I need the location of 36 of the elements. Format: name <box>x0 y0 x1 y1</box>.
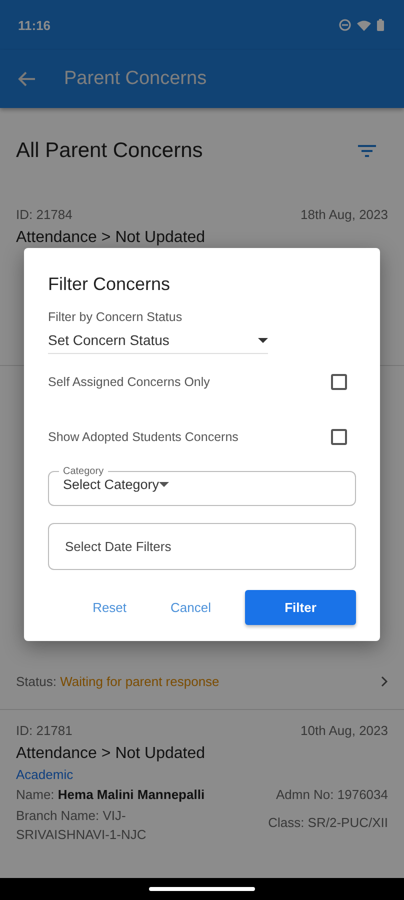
checkbox[interactable] <box>331 374 347 390</box>
concern-category: Academic <box>16 766 74 784</box>
dialog-button[interactable]: Cancel <box>160 592 221 623</box>
concern-id: ID: 21784 <box>16 206 72 224</box>
back-arrow-icon[interactable] <box>18 71 36 87</box>
student-name: Name: Hema Malini Mannepalli <box>16 786 205 804</box>
dropdown-caret-icon <box>159 482 170 487</box>
wifi-icon <box>357 20 371 30</box>
option-label: Show Adopted Students Concerns <box>48 430 238 444</box>
branch-name: Branch Name: VIJ-SRIVAISHNAVI-1-NJC <box>16 807 148 844</box>
dialog-button[interactable]: Reset <box>82 592 137 623</box>
status-dropdown[interactable]: Set Concern Status <box>48 326 268 354</box>
category-dropdown[interactable]: Category Select Category <box>48 466 356 506</box>
clock: 11:16 <box>18 18 51 32</box>
concern-status: Status: Waiting for parent response <box>16 674 220 689</box>
option-label: Self Assigned Concerns Only <box>48 374 210 388</box>
concern-id: ID: 21781 <box>16 722 72 740</box>
dropdown-caret-icon <box>258 338 268 342</box>
concern-title: Attendance > Not Updated <box>16 228 206 248</box>
date-filter-field[interactable]: Select Date Filters <box>48 523 356 570</box>
battery-icon <box>377 19 384 31</box>
concern-date: 10th Aug, 2023 <box>300 722 388 740</box>
checkbox[interactable] <box>331 428 347 444</box>
app-bar-title: Parent Concerns <box>64 68 207 90</box>
chevron-right-icon[interactable] <box>381 676 388 687</box>
class-name: Class: SR/2-PUC/XII <box>268 815 388 830</box>
field-label: Filter by Concern Status <box>48 310 184 324</box>
page-heading: All Parent Concerns <box>16 139 203 163</box>
concern-title: Attendance > Not Updated <box>16 744 206 764</box>
dialog-title: Filter Concerns <box>48 273 172 296</box>
do-not-disturb-icon <box>339 19 351 31</box>
concern-date: 18th Aug, 2023 <box>300 206 388 224</box>
admission-number: Admn No: 1976034 <box>276 786 388 804</box>
home-handle[interactable] <box>149 887 255 891</box>
filter-button[interactable]: Filter <box>245 590 356 625</box>
filter-icon[interactable] <box>358 145 376 157</box>
